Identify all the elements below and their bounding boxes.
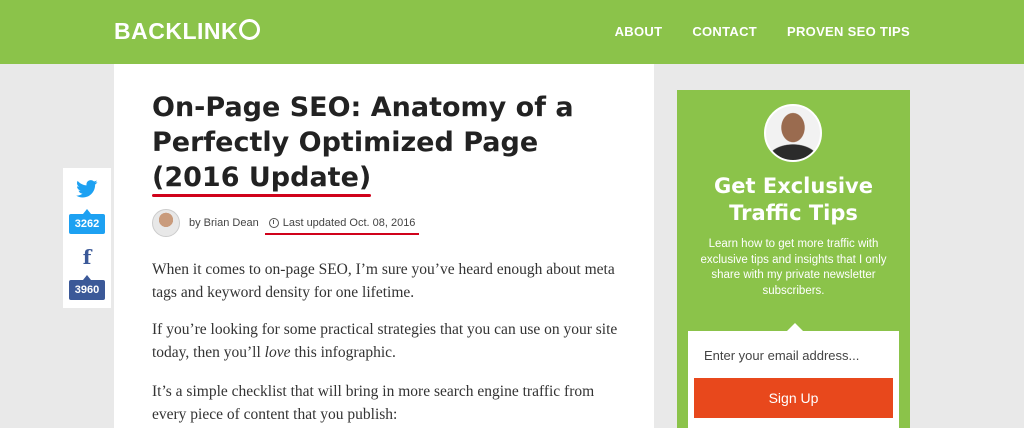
title-year-highlight: (2016 Update) bbox=[152, 162, 372, 197]
sidebar-heading: Get Exclusive Traffic Tips bbox=[714, 174, 873, 225]
site-header: BACKLINK ABOUT CONTACT PROVEN SEO TIPS bbox=[0, 0, 1024, 64]
facebook-icon[interactable]: f bbox=[79, 246, 95, 268]
signup-form: Sign Up bbox=[688, 323, 899, 428]
article-card: On-Page SEO: Anatomy of a Perfectly Opti… bbox=[114, 64, 654, 428]
author-avatar bbox=[152, 209, 180, 237]
title-main: On-Page SEO: Anatomy of a Perfectly Opti… bbox=[152, 92, 574, 158]
email-input[interactable] bbox=[694, 339, 893, 371]
nav-contact[interactable]: CONTACT bbox=[692, 24, 757, 39]
nav-about[interactable]: ABOUT bbox=[615, 24, 663, 39]
social-share-bar: 3262 f 3960 bbox=[63, 168, 111, 308]
paragraph-2-emphasis: love bbox=[264, 344, 291, 361]
twitter-icon[interactable] bbox=[76, 180, 98, 198]
paragraph-1: When it comes to on-page SEO, I’m sure y… bbox=[152, 261, 615, 301]
paragraph-2: If you’re looking for some practical str… bbox=[152, 318, 622, 364]
paragraph-3: It’s a simple checklist that will bring … bbox=[152, 383, 595, 423]
backlinko-logo[interactable]: BACKLINK bbox=[114, 18, 261, 45]
author-name: by Brian Dean bbox=[189, 217, 259, 229]
paragraph-2-tail: this infographic. bbox=[290, 344, 396, 361]
byline: by Brian Dean Last updated Oct. 08, 2016 bbox=[152, 209, 420, 237]
sign-up-button[interactable]: Sign Up bbox=[694, 378, 893, 418]
article-title: On-Page SEO: Anatomy of a Perfectly Opti… bbox=[152, 90, 622, 197]
main-nav: ABOUT CONTACT PROVEN SEO TIPS bbox=[615, 24, 910, 39]
logo-o-ring bbox=[239, 19, 261, 40]
last-updated-text: Last updated Oct. 08, 2016 bbox=[282, 217, 416, 229]
clock-icon bbox=[268, 218, 279, 228]
facebook-share-count: 3960 bbox=[69, 275, 105, 300]
logo-text: BACKLINK bbox=[114, 18, 239, 44]
newsletter-sidebar: Get Exclusive Traffic Tips Learn how to … bbox=[677, 90, 910, 428]
twitter-share-count: 3262 bbox=[69, 209, 105, 234]
nav-proven-seo-tips[interactable]: PROVEN SEO TIPS bbox=[787, 24, 910, 39]
last-updated: Last updated Oct. 08, 2016 bbox=[264, 217, 420, 235]
sidebar-description: Learn how to get more traffic with exclu… bbox=[700, 238, 887, 297]
author-photo bbox=[764, 104, 822, 162]
